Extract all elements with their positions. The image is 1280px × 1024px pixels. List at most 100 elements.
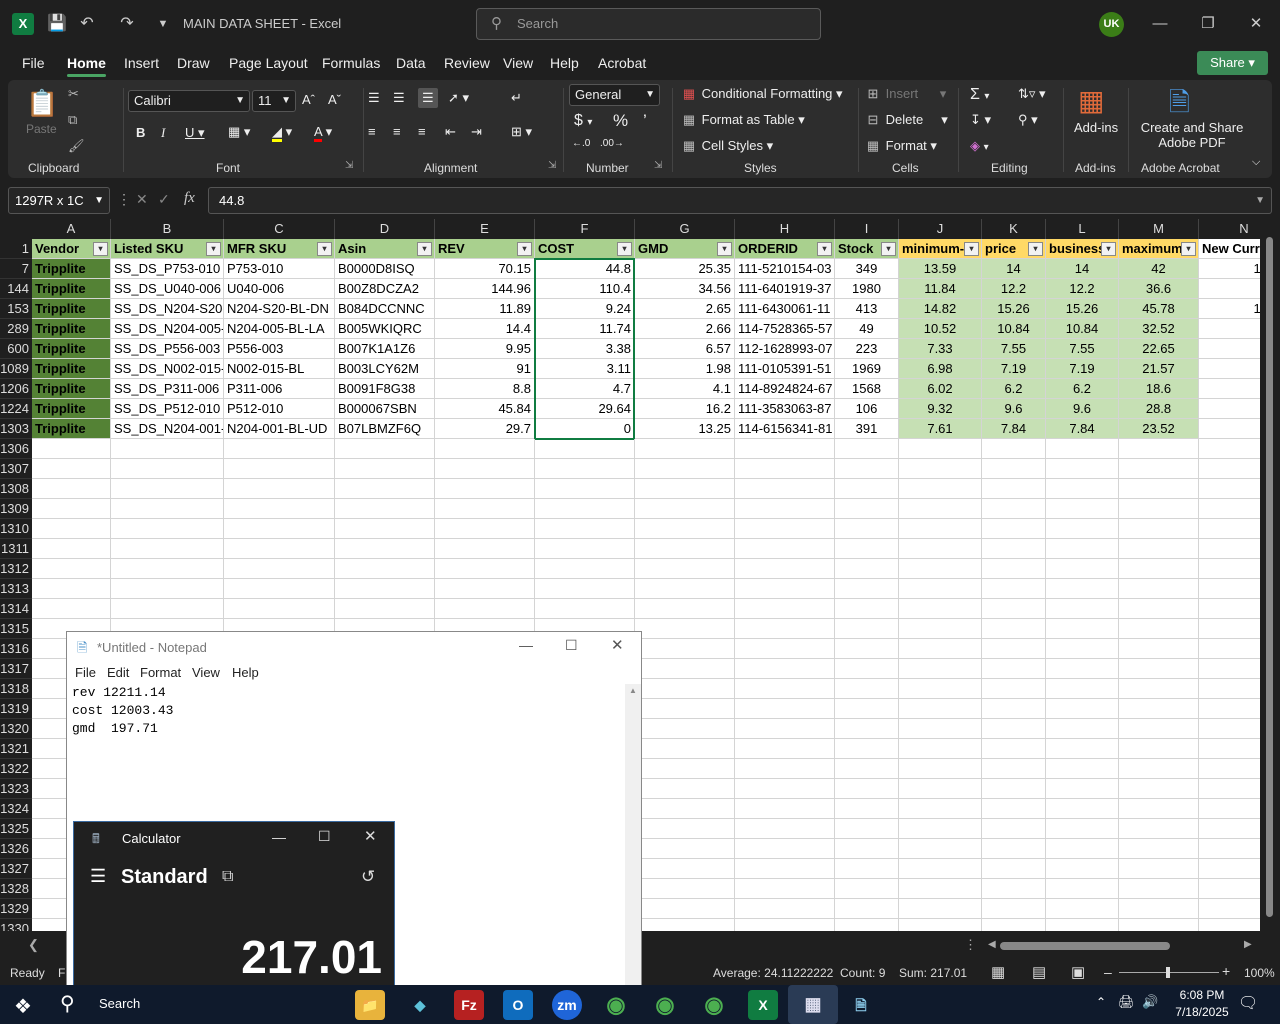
table-cell[interactable]: 7.55	[982, 339, 1046, 359]
row-header[interactable]: 7	[0, 259, 32, 279]
row-header[interactable]: 600	[0, 339, 32, 359]
vertical-scrollbar[interactable]	[1260, 219, 1280, 931]
share-button[interactable]: Share ▾	[1197, 51, 1268, 75]
table-cell[interactable]: 45.84	[435, 399, 535, 419]
tab-insert[interactable]: Insert	[124, 55, 159, 71]
font-color-icon[interactable]: A ▾	[314, 124, 332, 142]
table-cell[interactable]: 7.84	[1046, 419, 1119, 439]
table-cell[interactable]: 111-5210154-03	[735, 259, 835, 279]
table-cell[interactable]: N002-015-BL	[224, 359, 335, 379]
table-header-cell[interactable]: Stock ▾	[835, 239, 899, 259]
calculator-window[interactable]: 🖩 Calculator — ☐ ✕ ☰ Standard ⧉ ↺ 217.01	[73, 821, 395, 991]
table-cell[interactable]: 112-1628993-07	[735, 339, 835, 359]
chrome-icon[interactable]: ◉	[699, 990, 729, 1020]
italic-button[interactable]: I	[161, 125, 165, 141]
close-icon[interactable]: ✕	[1242, 10, 1270, 38]
table-cell[interactable]: B07LBMZF6Q	[335, 419, 435, 439]
confirm-entry-icon[interactable]: ✓	[158, 191, 170, 208]
table-cell[interactable]: 11.84	[899, 279, 982, 299]
table-cell[interactable]: 25.35	[635, 259, 735, 279]
scrollbar-thumb[interactable]	[1266, 237, 1273, 917]
copy-icon[interactable]: ⧉	[68, 112, 77, 128]
table-cell[interactable]: 223	[835, 339, 899, 359]
table-header-cell[interactable]: Listed SKU ▾	[111, 239, 224, 259]
table-cell[interactable]: 413	[835, 299, 899, 319]
table-header-cell[interactable]: business ▾	[1046, 239, 1119, 259]
column-header-a[interactable]: A	[32, 219, 111, 239]
table-cell[interactable]: 32.52	[1119, 319, 1199, 339]
table-header-cell[interactable]: Asin ▾	[335, 239, 435, 259]
filter-dropdown-icon[interactable]: ▾	[206, 242, 221, 256]
table-cell[interactable]: 1980	[835, 279, 899, 299]
table-cell[interactable]: 9.32	[899, 399, 982, 419]
table-cell[interactable]: 8.99	[1199, 399, 1260, 419]
table-cell[interactable]: 14	[982, 259, 1046, 279]
comma-style-icon[interactable]: ’	[643, 111, 647, 131]
row-header[interactable]: 1330	[0, 919, 32, 931]
notepad-menu-view[interactable]: View	[192, 665, 220, 680]
paste-button[interactable]: Paste	[26, 122, 57, 136]
table-cell[interactable]: B005WKIQRC	[335, 319, 435, 339]
addins-icon[interactable]: ▦	[1078, 84, 1104, 117]
zoom-level[interactable]: 100%	[1244, 966, 1275, 980]
decrease-decimal-icon[interactable]: .00→	[600, 138, 624, 149]
search-input[interactable]: ⚲ Search	[476, 8, 821, 40]
bold-button[interactable]: B	[136, 125, 145, 140]
table-cell[interactable]: 4.43	[1199, 359, 1260, 379]
table-cell[interactable]: Tripplite	[32, 359, 111, 379]
column-header-m[interactable]: M	[1119, 219, 1199, 239]
table-cell[interactable]: 7.99	[1199, 319, 1260, 339]
table-cell[interactable]: Tripplite	[32, 339, 111, 359]
table-cell[interactable]: 2.66	[635, 319, 735, 339]
find-select-icon[interactable]: ⚲ ▾	[1018, 112, 1038, 128]
table-cell[interactable]: P753-010	[224, 259, 335, 279]
table-cell[interactable]: 42	[1119, 259, 1199, 279]
table-cell[interactable]: 12.2	[1046, 279, 1119, 299]
alignment-dialog-launcher-icon[interactable]: ⇲	[548, 160, 556, 171]
table-cell[interactable]: Tripplite	[32, 299, 111, 319]
column-header-g[interactable]: G	[635, 219, 735, 239]
increase-indent-icon[interactable]: ⇥	[471, 124, 482, 140]
filter-dropdown-icon[interactable]: ▾	[317, 242, 332, 256]
column-header-j[interactable]: J	[899, 219, 982, 239]
table-cell[interactable]: 21.57	[1119, 359, 1199, 379]
notepad-taskbar-icon[interactable]: 🗎	[846, 990, 876, 1020]
table-cell[interactable]: 1969	[835, 359, 899, 379]
horizontal-scrollbar-thumb[interactable]	[1000, 942, 1170, 950]
table-cell[interactable]: 45.78	[1119, 299, 1199, 319]
table-cell[interactable]: 14.4	[435, 319, 535, 339]
table-cell[interactable]: 13.99	[1199, 299, 1260, 319]
filter-dropdown-icon[interactable]: ▾	[617, 242, 632, 256]
tab-data[interactable]: Data	[396, 55, 426, 71]
autosum-icon[interactable]: Σ ▾	[970, 86, 989, 104]
filter-dropdown-icon[interactable]: ▾	[817, 242, 832, 256]
column-header-n[interactable]: N	[1199, 219, 1260, 239]
network-icon[interactable]: 🖨	[1118, 994, 1135, 1010]
table-cell[interactable]: 12.2	[982, 279, 1046, 299]
column-header-f[interactable]: F	[535, 219, 635, 239]
table-header-cell[interactable]: minimum- ▾	[899, 239, 982, 259]
table-cell[interactable]: 6.99	[1199, 419, 1260, 439]
row-header[interactable]: 1318	[0, 679, 32, 699]
tab-draw[interactable]: Draw	[177, 55, 210, 71]
fill-color-icon[interactable]: ◢ ▾	[272, 124, 292, 142]
table-cell[interactable]: 14	[1046, 259, 1119, 279]
row-header[interactable]: 1320	[0, 719, 32, 739]
table-cell[interactable]: 114-7528365-57	[735, 319, 835, 339]
table-cell[interactable]: 7.19	[1046, 359, 1119, 379]
table-cell[interactable]: 6.57	[635, 339, 735, 359]
table-cell[interactable]: P556-003	[224, 339, 335, 359]
filter-active-icon[interactable]: ▾	[517, 242, 532, 256]
row-header[interactable]: 1325	[0, 819, 32, 839]
table-header-cell[interactable]: ORDERID ▾	[735, 239, 835, 259]
row-header[interactable]: 1323	[0, 779, 32, 799]
table-header-cell[interactable]: MFR SKU ▾	[224, 239, 335, 259]
table-cell[interactable]: 70.15	[435, 259, 535, 279]
table-cell[interactable]: Tripplite	[32, 399, 111, 419]
table-cell[interactable]: 391	[835, 419, 899, 439]
column-header-e[interactable]: E	[435, 219, 535, 239]
create-share-pdf-button[interactable]: Create and Share Adobe PDF	[1137, 120, 1247, 150]
page-layout-view-icon[interactable]: ▤	[1032, 963, 1046, 981]
increase-font-icon[interactable]: Aˆ	[302, 92, 315, 107]
table-cell[interactable]: 10.84	[982, 319, 1046, 339]
